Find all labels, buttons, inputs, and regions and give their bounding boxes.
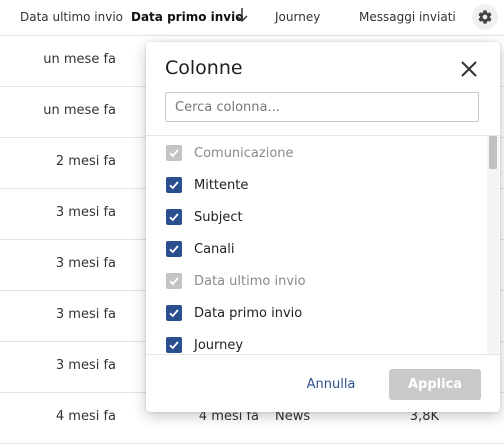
column-option-sender[interactable]: Mittente bbox=[166, 174, 248, 196]
column-settings-button[interactable] bbox=[472, 4, 498, 30]
checkmark-icon bbox=[169, 245, 179, 254]
cell-last-send: 3 mesi fa bbox=[55, 307, 116, 322]
close-icon[interactable] bbox=[458, 58, 480, 80]
column-header-sent[interactable]: Messaggi inviati bbox=[359, 10, 456, 24]
checkbox[interactable] bbox=[166, 305, 182, 321]
column-option-first-send[interactable]: Data primo invio bbox=[166, 302, 302, 324]
cell-last-send: 3 mesi fa bbox=[55, 205, 116, 220]
checkbox[interactable] bbox=[166, 241, 182, 257]
checkmark-icon bbox=[169, 213, 179, 222]
search-column-input[interactable] bbox=[165, 92, 479, 122]
option-label: Subject bbox=[194, 209, 243, 225]
column-option-channels[interactable]: Canali bbox=[166, 238, 234, 260]
column-header-journey[interactable]: Journey bbox=[275, 10, 320, 24]
checkmark-icon bbox=[169, 309, 179, 318]
option-label: Data ultimo invio bbox=[194, 273, 306, 289]
column-option-last-send[interactable]: Data ultimo invio bbox=[166, 270, 306, 292]
arrow-down-icon[interactable] bbox=[235, 7, 249, 23]
checkmark-icon bbox=[169, 149, 179, 158]
column-option-communication[interactable]: Comunicazione bbox=[166, 142, 294, 164]
cell-last-send: 3 mesi fa bbox=[55, 358, 116, 373]
gear-icon bbox=[478, 10, 492, 24]
checkbox[interactable] bbox=[166, 273, 182, 289]
column-options-list[interactable]: Comunicazione Mittente Subject Canali Da… bbox=[146, 135, 500, 355]
cancel-button[interactable]: Annulla bbox=[296, 369, 366, 399]
dialog-title: Colonne bbox=[165, 57, 243, 79]
column-header-first-send[interactable]: Data primo invio bbox=[131, 10, 243, 24]
cell-last-send: 4 mesi fa bbox=[55, 409, 116, 424]
cell-last-send: 2 mesi fa bbox=[55, 154, 116, 169]
option-label: Canali bbox=[194, 241, 235, 257]
column-header-last-send[interactable]: Data ultimo invio bbox=[20, 10, 123, 24]
checkbox[interactable] bbox=[166, 337, 182, 353]
option-label: Comunicazione bbox=[194, 145, 294, 161]
scrollbar-thumb[interactable] bbox=[489, 136, 497, 169]
option-label: Journey bbox=[194, 337, 244, 353]
checkmark-icon bbox=[169, 277, 179, 286]
column-option-journey[interactable]: Journey bbox=[166, 334, 244, 354]
list-scrollbar[interactable] bbox=[487, 136, 499, 354]
checkbox[interactable] bbox=[166, 145, 182, 161]
table-header: Data ultimo invio Data primo invio Journ… bbox=[0, 0, 504, 36]
option-label: Mittente bbox=[194, 177, 249, 193]
columns-dialog: Colonne Comunicazione Mittente Subject bbox=[146, 42, 500, 412]
apply-button[interactable]: Applica bbox=[389, 369, 481, 400]
cell-last-send: un mese fa bbox=[43, 103, 116, 118]
column-option-subject[interactable]: Subject bbox=[166, 206, 243, 228]
checkbox[interactable] bbox=[166, 177, 182, 193]
checkmark-icon bbox=[169, 181, 179, 190]
option-label: Data primo invio bbox=[194, 305, 303, 321]
checkmark-icon bbox=[169, 341, 179, 350]
cell-last-send: un mese fa bbox=[43, 52, 116, 67]
cell-last-send: 3 mesi fa bbox=[55, 256, 116, 271]
checkbox[interactable] bbox=[166, 209, 182, 225]
